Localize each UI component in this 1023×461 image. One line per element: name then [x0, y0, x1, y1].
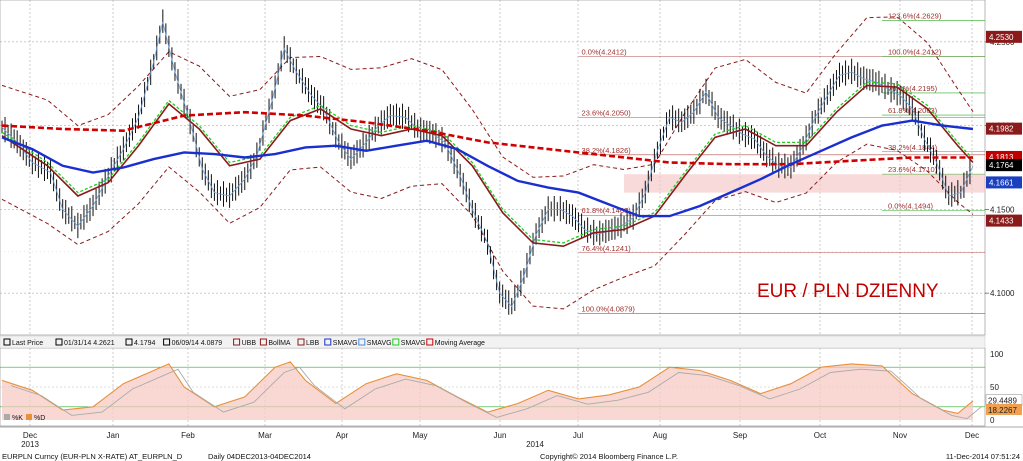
price-badge-label: 4.1661	[989, 178, 1014, 187]
grid	[0, 0, 986, 427]
osc-d-value: 18.2267	[988, 406, 1017, 415]
fib-label: 23.6%(4.2050)	[582, 108, 632, 117]
osc-legend-item: %D	[34, 415, 45, 422]
price-badge-label: 4.1433	[989, 217, 1014, 226]
fib-label: 76.4%(4.1241)	[582, 244, 632, 253]
footer: EURPLN Curncy (EUR-PLN X-RATE) AT_EURPLN…	[0, 450, 1023, 461]
year-label: 2013	[21, 440, 39, 449]
price-badges: 4.25304.19824.18134.17644.16614.1433	[986, 30, 1022, 227]
month-label: Sep	[733, 431, 748, 440]
legend-item: Moving Average	[435, 340, 485, 347]
month-label: Nov	[893, 431, 907, 440]
y-tick-label: 4.1000	[990, 289, 1015, 298]
legend-item: 4.1794	[134, 340, 156, 347]
month-label: Jan	[107, 431, 120, 440]
osc-tick-label: 0	[990, 416, 995, 425]
osc-legend-swatch	[4, 414, 10, 420]
month-label: Dec	[23, 431, 37, 440]
footer-copyright: Copyright© 2014 Bloomberg Finance L.P.	[540, 452, 678, 461]
month-label: Oct	[814, 431, 827, 440]
price-badge-label: 4.2530	[989, 33, 1014, 42]
fib-label: 76.4%(4.2195)	[888, 84, 938, 93]
legend-item: LBB	[306, 340, 320, 347]
legend-item: Last Price	[12, 340, 43, 347]
month-label: Jul	[573, 431, 583, 440]
legend-item: BollMA	[268, 340, 291, 347]
legend-item: 01/31/14 4.2621	[64, 340, 115, 347]
osc-legend-item: %K	[12, 415, 23, 422]
time-axis: Dec Jan Feb Mar Apr May Jun Jul Aug Sep Oct Nov Dec2…	[0, 426, 1023, 449]
chart-legend: Last Price 01/31/14 4.2621 4.1794 06/09/14 …	[0, 335, 986, 349]
month-label: Mar	[258, 431, 272, 440]
fib-label: 123.6%(4.2629)	[888, 11, 942, 20]
footer-timestamp: 11-Dec-2014 07:51:24	[946, 452, 1020, 461]
month-label: Jun	[494, 431, 507, 440]
price-badge-label: 4.1764	[989, 161, 1014, 170]
osc-tick-label: 50	[990, 383, 999, 392]
fib-label: 100.0%(4.0879)	[582, 304, 636, 313]
fib-label: 0.0%(4.2412)	[582, 48, 628, 57]
fib-label: 23.6%(4.1710)	[888, 165, 938, 174]
month-label: Dec	[965, 431, 979, 440]
month-label: Apr	[336, 431, 349, 440]
legend-item: UBB	[242, 340, 257, 347]
legend-item: 06/09/14 4.0879	[172, 340, 223, 347]
osc-tick-label: 100	[990, 350, 1004, 359]
fib-label: 38.2%(4.1826)	[582, 146, 632, 155]
price-badge-label: 4.1982	[989, 125, 1014, 134]
eurpln-chart: 0.0%(4.2412)23.6%(4.2050)38.2%(4.1826)61…	[0, 0, 1023, 461]
fib-label: 0.0%(4.1494)	[888, 201, 934, 210]
month-label: Feb	[181, 431, 195, 440]
legend-item: SMAVG	[401, 340, 426, 347]
footer-period: Daily 04DEC2013-04DEC2014	[208, 452, 311, 461]
osc-legend-swatch	[26, 414, 32, 420]
year-label: 2014	[526, 440, 544, 449]
legend-item: SMAVG	[367, 340, 392, 347]
y-tick-label: 4.1500	[990, 205, 1015, 214]
chart-title: EUR / PLN DZIENNY	[757, 281, 939, 302]
month-label: Aug	[653, 431, 667, 440]
legend-item: SMAVG	[333, 340, 358, 347]
footer-instrument: EURPLN Curncy (EUR-PLN X-RATE) AT_EURPLN…	[2, 452, 183, 461]
month-label: May	[412, 431, 427, 440]
